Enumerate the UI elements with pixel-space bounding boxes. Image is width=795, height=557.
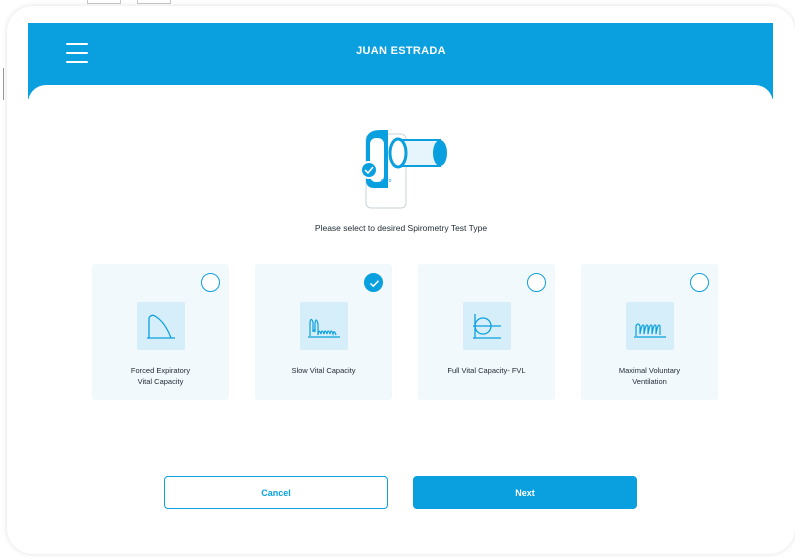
tablet-frame: JUAN ESTRADA spiro Please select to desi… (7, 6, 795, 554)
edge-artifact (3, 68, 4, 100)
test-type-card-fvc[interactable]: Forced Expiratory Vital Capacity (92, 264, 229, 400)
window-artifact (137, 0, 171, 4)
test-type-label: Full Vital Capacity- FVL (447, 366, 526, 375)
cancel-button[interactable]: Cancel (164, 476, 388, 509)
svc-waveform-icon (300, 302, 348, 350)
radio-checked-icon[interactable] (364, 273, 383, 292)
window-artifact (87, 0, 121, 4)
menu-line (66, 61, 88, 63)
test-type-label: Maximal Voluntary Ventilation (618, 366, 681, 386)
next-button[interactable]: Next (413, 476, 637, 509)
fvc-curve-icon (137, 302, 185, 350)
radio-unchecked-icon[interactable] (201, 273, 220, 292)
instruction-text: Please select to desired Spirometry Test… (314, 223, 488, 233)
mvv-waveform-icon (626, 302, 674, 350)
radio-unchecked-icon[interactable] (527, 273, 546, 292)
spirometer-device-icon: spiro (360, 130, 447, 209)
test-type-card-fvl[interactable]: Full Vital Capacity- FVL (418, 264, 555, 400)
test-type-label: Slow Vital Capacity (291, 366, 356, 375)
test-type-card-svc[interactable]: Slow Vital Capacity (255, 264, 392, 400)
test-type-card-mvv[interactable]: Maximal Voluntary Ventilation (581, 264, 718, 400)
radio-unchecked-icon[interactable] (690, 273, 709, 292)
flow-volume-loop-icon (463, 302, 511, 350)
patient-name: JUAN ESTRADA (356, 45, 446, 57)
test-type-label: Forced Expiratory Vital Capacity (130, 366, 191, 386)
device-brand-label: spiro (381, 178, 392, 184)
